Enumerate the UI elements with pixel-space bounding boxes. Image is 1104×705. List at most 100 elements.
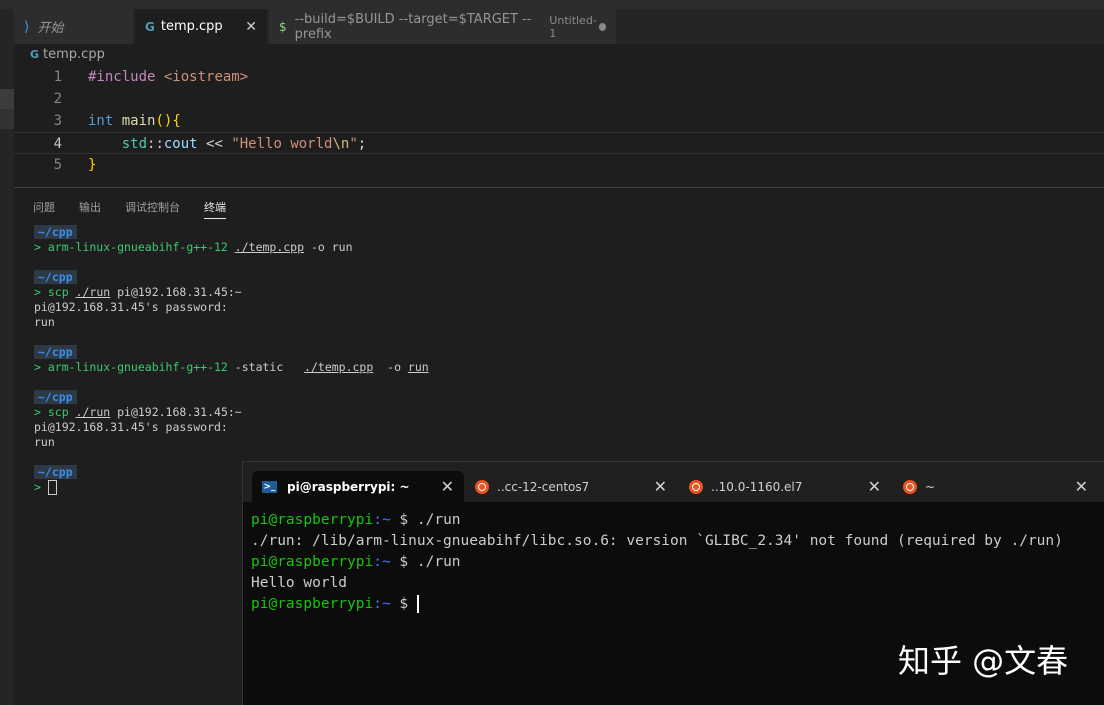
ubuntu-icon [689,479,703,494]
code-editor[interactable]: 1 #include <iostream> 2 3 int main(){4 std::… [14,66,1104,186]
command-token: -o [373,360,408,374]
prompt-command: ./run [408,512,461,528]
unsaved-dot-icon[interactable] [598,22,606,31]
code-text: std::cout << "Hello world\n"; [88,133,366,155]
wt-tab-el7[interactable]: ..10.0-1160.el7 ✕ [679,471,891,502]
terminal-command-line: > scp ./run pi@192.168.31.45:~ [34,285,242,300]
code-line[interactable]: 4 std::cout << "Hello world\n"; [14,132,1104,154]
tab-debug-console[interactable]: 调试控制台 [125,199,180,219]
code-token: :: [147,136,164,152]
prompt-path: :~ [373,596,391,612]
terminal-output-line: pi@192.168.31.45's password: [34,420,228,434]
tab-welcome[interactable]: ⟩ 开始 [14,9,134,44]
prompt-sign: $ [390,554,409,570]
tab-output[interactable]: 输出 [79,199,101,219]
terminal-dir-line: ~/cpp [34,345,77,360]
code-token: main [121,113,156,129]
command-token: > scp [34,405,76,419]
code-line[interactable]: 1 #include <iostream> [14,66,1104,88]
code-text: } [88,154,96,176]
code-token: ; [357,136,367,152]
wt-tab-bar: >_ pi@raspberrypi: ~ ✕ ..cc-12-centos7 ✕… [243,462,1104,502]
wt-output-line: ./run: /lib/arm-linux-gnueabihf/libc.so.… [251,533,1063,549]
command-token[interactable]: ./temp.cpp [235,240,304,254]
activity-bar [0,9,14,705]
terminal-cursor [47,480,57,495]
directory-badge: ~/cpp [34,345,77,359]
code-text: int main(){ [88,110,181,132]
code-token: #include [88,69,156,85]
tab-sublabel: Untitled-1 [549,13,597,40]
wt-tab-home[interactable]: ~ ✕ [893,471,1098,502]
terminal-output-line: run [34,435,55,449]
tab-temp-cpp[interactable]: G temp.cpp ✕ [135,9,268,44]
prompt-sign: $ [390,596,409,612]
directory-badge: ~/cpp [34,270,77,284]
terminal-dir-line: ~/cpp [34,270,77,285]
command-token: > scp [34,285,76,299]
tab-problems[interactable]: 问题 [33,199,55,219]
close-icon[interactable]: ✕ [654,477,667,496]
code-line[interactable]: 2 [14,88,1104,110]
directory-badge: ~/cpp [34,465,77,479]
prompt-user: pi@raspberrypi [251,512,374,528]
tab-label: --build=$BUILD --target=$TARGET --prefix [294,11,532,42]
code-token: \n [332,136,350,152]
command-token[interactable]: ./run [76,405,111,419]
dollar-icon: $ [279,19,287,34]
panel-divider [14,187,1104,188]
terminal-dir-line: ~/cpp [34,390,77,405]
directory-badge: ~/cpp [34,225,77,239]
close-icon[interactable]: ✕ [1075,477,1088,496]
breadcrumb-file: temp.cpp [43,47,105,62]
close-icon[interactable]: ✕ [441,477,454,496]
prompt-path: :~ [373,554,391,570]
wt-tab-raspberrypi[interactable]: >_ pi@raspberrypi: ~ ✕ [252,471,464,502]
command-token[interactable]: run [408,360,429,374]
wt-tab-label: ~ [925,479,936,494]
tab-label: temp.cpp [160,19,223,34]
vscode-icon: ⟩ [24,18,30,35]
zhihu-watermark: 知乎 @文春 [898,642,1069,680]
ubuntu-icon [475,479,489,494]
tab-untitled-1[interactable]: $ --build=$BUILD --target=$TARGET --pref… [269,9,617,44]
code-token: cout [163,136,198,152]
code-token: () [155,113,173,129]
command-token: -o run [304,240,353,254]
close-icon[interactable]: ✕ [245,19,257,35]
prompt-sign: $ [390,512,409,528]
window-title-strip [0,0,1104,9]
prompt-path: :~ [373,512,391,528]
terminal-command-line: > arm-linux-gnueabihf-g++-12 ./temp.cpp … [34,240,353,255]
activity-item[interactable] [0,89,14,109]
code-line[interactable]: 3 int main(){ [14,110,1104,132]
breadcrumb[interactable]: G temp.cpp [30,47,105,62]
directory-badge: ~/cpp [34,390,77,404]
line-number: 2 [53,91,62,107]
code-line[interactable]: 5} [14,154,1104,176]
code-token: <iostream> [163,69,249,85]
code-token: << [197,136,232,152]
wt-tab-label: ..cc-12-centos7 [497,479,590,494]
code-text: #include <iostream> [88,66,248,88]
activity-item[interactable] [0,109,14,129]
line-number: 5 [53,157,62,173]
command-token[interactable]: ./run [76,285,111,299]
close-icon[interactable]: ✕ [868,477,881,496]
line-number: 4 [53,136,62,152]
terminal-command-line: > [34,480,57,495]
command-token: pi@192.168.31.45:~ [110,285,242,299]
line-number: 3 [53,113,62,129]
prompt-command [408,596,417,612]
command-token[interactable]: ./temp.cpp [304,360,373,374]
command-token: > [34,480,48,494]
code-token: std [121,136,148,152]
editor-tab-bar: ⟩ 开始 G temp.cpp ✕ $ --build=$BUILD --tar… [14,9,1104,44]
code-token: int [88,113,114,129]
command-token: -static [234,360,305,374]
cpp-file-icon: G [30,48,40,61]
tab-terminal[interactable]: 终端 [204,199,226,219]
wt-output-line: Hello world [251,575,348,591]
wt-tab-centos7[interactable]: ..cc-12-centos7 ✕ [465,471,677,502]
